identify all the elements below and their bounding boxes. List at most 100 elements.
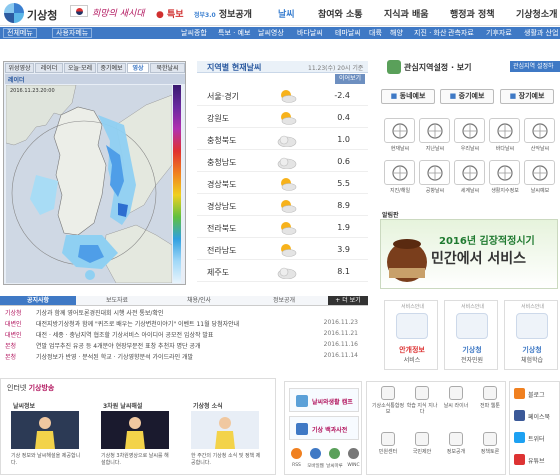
notice-row[interactable]: 본청 기상정보가 반영 · 분석된 학교 · 기상영향분석 가이드라인 개발 201… (0, 352, 368, 362)
tile-quake-icon[interactable] (384, 160, 415, 185)
tab-disclosure[interactable]: 정보공개 (240, 296, 328, 306)
service-label[interactable]: 학습 지식 지나다 (405, 403, 439, 415)
service-icon[interactable] (415, 432, 429, 446)
weather-row[interactable]: 충청남도 0.6 (197, 152, 368, 172)
tile-boat-icon[interactable] (489, 118, 520, 143)
tile-plane-icon[interactable] (419, 160, 450, 185)
tab-recruit[interactable]: 채용/인사 (158, 296, 240, 306)
subnav-item[interactable]: 생활과 산업 (524, 28, 558, 38)
video-label[interactable]: 날씨정보 (13, 401, 35, 410)
subnav-item[interactable]: 기후자료 (486, 28, 512, 38)
service-label[interactable]: 민원센터 (371, 449, 405, 455)
subnav-item[interactable]: 대륙 (369, 28, 382, 38)
service-label[interactable]: 기상소식통합정보 (371, 403, 405, 415)
tile-umbrella-icon[interactable] (419, 118, 450, 143)
facebook-icon[interactable] (514, 410, 525, 421)
tile-house-icon[interactable] (489, 160, 520, 185)
service-icon[interactable] (415, 386, 429, 400)
subnav-item[interactable]: 테마날씨 (335, 28, 361, 38)
notice-row[interactable]: 기상청 기상과 함께 영어토론경진대회 시행 사전 통보/확인 (0, 308, 368, 318)
video-label[interactable]: 3차원 날씨해설 (103, 401, 142, 410)
service-label[interactable]: 정책토론 (473, 449, 507, 455)
tile-globe-icon[interactable] (454, 160, 485, 185)
tab-video[interactable]: 영상 (127, 63, 149, 73)
subnav-item[interactable]: 특보 · 예보 (218, 28, 250, 38)
nav-knowledge[interactable]: 지식과 배움 (384, 7, 429, 20)
weather-row[interactable]: 경상북도 5.5 (197, 174, 368, 194)
subnav-item[interactable]: 날씨종합 (181, 28, 207, 38)
video-thumbnail[interactable] (101, 411, 169, 449)
weather-row[interactable]: 서울·경기 -2.4 (197, 86, 368, 106)
guide-card[interactable]: 서비스안내 기상청 전자민원 (444, 300, 498, 370)
tab-press[interactable]: 보도자료 (76, 296, 158, 306)
quick-모바일웹-icon[interactable] (310, 448, 321, 459)
nav-policy[interactable]: 행정과 정책 (450, 7, 495, 20)
tab-notices[interactable]: 공지사항 (0, 296, 76, 306)
quick-winc-icon[interactable] (348, 448, 359, 459)
local-forecast-button[interactable]: ■ 동네예보 (381, 89, 435, 104)
weather-row[interactable]: 전라남도 3.9 (197, 240, 368, 260)
social-label[interactable]: 블로그 (528, 390, 545, 399)
tab-today[interactable]: 오늘·모레 (64, 63, 96, 73)
quick-날씨마루-icon[interactable] (329, 448, 340, 459)
blog-icon[interactable] (514, 388, 525, 399)
logo-text[interactable]: 기상청 (27, 7, 57, 23)
video-thumbnail[interactable] (11, 411, 79, 449)
tab-satellite[interactable]: 위성영상 (5, 63, 34, 73)
service-icon[interactable] (449, 432, 463, 446)
nav-participation[interactable]: 참여와 소통 (318, 7, 363, 20)
social-label[interactable]: 페이스북 (528, 412, 550, 421)
weather-row[interactable]: 충청북도 1.0 (197, 130, 368, 150)
kimchi-banner[interactable]: 2016년 김장적정시기 민간에서 서비스 (380, 219, 558, 289)
weather-row[interactable]: 경상남도 8.9 (197, 196, 368, 216)
nav-about[interactable]: 기상청소개 (516, 7, 557, 20)
tab-midterm[interactable]: 중기예보 (97, 63, 126, 73)
tile-mountain-icon[interactable] (524, 118, 555, 143)
tab-north-korea[interactable]: 북한날씨 (150, 63, 185, 73)
video-thumbnail[interactable] (191, 411, 259, 449)
nav-weather[interactable]: 날씨 (278, 7, 295, 20)
service-icon[interactable] (483, 386, 497, 400)
encyclopedia-banner[interactable]: 기상 백과사전 (289, 416, 359, 440)
weather-row[interactable]: 강원도 0.4 (197, 108, 368, 128)
notice-row[interactable]: 대변인 대전지방기상청과 함께 "퀴즈로 배우는 기상변천이야기" 이벤트 11월… (0, 319, 368, 329)
radar-map[interactable]: 2016.11.23.20:00 (5, 84, 173, 284)
weather-row[interactable]: 제주도 8.1 (197, 262, 368, 282)
longterm-forecast-button[interactable]: ■ 장기예보 (500, 89, 554, 104)
service-label[interactable]: 전파 웹툰 (473, 403, 507, 409)
tile-tv-icon[interactable] (524, 160, 555, 185)
notice-row[interactable]: 대변인 대전 · 세종 · 충남지역 협조할 기상서비스 아이디어 공모전 입상작… (0, 330, 368, 340)
tab-radar[interactable]: 레이더 (35, 63, 63, 73)
service-icon[interactable] (381, 432, 395, 446)
subnav-item[interactable]: 관측자료 (448, 28, 474, 38)
subnav-item[interactable]: 지진 · 화산 (414, 28, 446, 38)
social-label[interactable]: 트위터 (528, 434, 545, 443)
nav-alert[interactable]: ● 특보 (156, 7, 184, 20)
service-icon[interactable] (449, 386, 463, 400)
service-label[interactable]: 국민제안 (405, 449, 439, 455)
notice-row[interactable]: 본청 연말 업무추진 유공 등 4개분야 현장부문전 표창 추천자 명단 공개 20… (0, 341, 368, 351)
camp-banner[interactable]: 날씨와생활 캠프 (289, 388, 359, 412)
subnav-item[interactable]: 해양 (390, 28, 403, 38)
tile-sun-icon[interactable] (384, 118, 415, 143)
quick-rss-icon[interactable] (291, 448, 302, 459)
weather-row[interactable]: 전라북도 1.9 (197, 218, 368, 238)
all-menu-button[interactable]: 전체메뉴 (3, 28, 37, 38)
service-icon[interactable] (381, 386, 395, 400)
guide-card[interactable]: 서비스안내 기상청 체험학습 (504, 300, 558, 370)
service-label[interactable]: 정보공개 (439, 449, 473, 455)
more-view-badge[interactable]: 이어보기 (335, 74, 366, 84)
kma-logo-icon[interactable] (4, 3, 24, 23)
service-icon[interactable] (483, 432, 497, 446)
video-label[interactable]: 기상청 소식 (193, 401, 223, 410)
tile-car-icon[interactable] (454, 118, 485, 143)
subnav-item[interactable]: 바다날씨 (297, 28, 323, 38)
social-label[interactable]: 유튜브 (528, 456, 545, 465)
nav-gov3[interactable]: 정부3.0 정보공개 (194, 7, 252, 20)
midterm-forecast-button[interactable]: ■ 중기예보 (440, 89, 494, 104)
user-menu-button[interactable]: 사용자메뉴 (52, 28, 93, 38)
more-button[interactable]: + 더 보기 (328, 296, 368, 306)
youtube-icon[interactable] (514, 454, 525, 465)
twitter-icon[interactable] (514, 432, 525, 443)
service-label[interactable]: 날씨 라이너 (439, 403, 473, 409)
